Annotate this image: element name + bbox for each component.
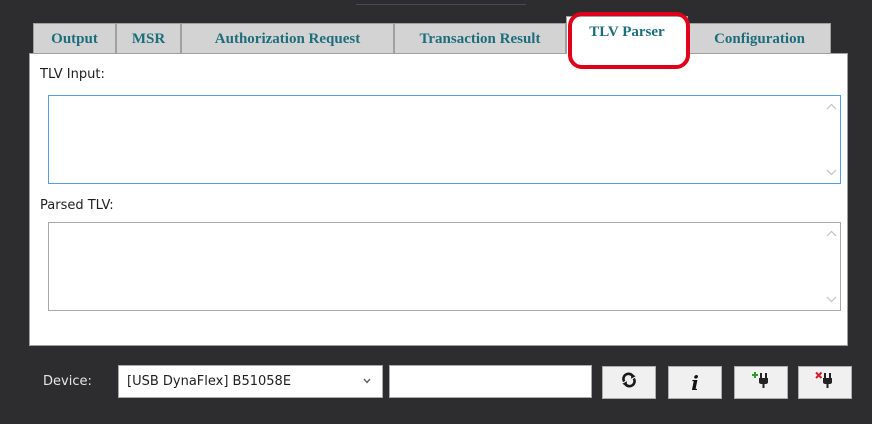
scroll-up-icon[interactable] [823, 225, 840, 242]
device-select-value: [USB DynaFlex] B51058E [127, 374, 292, 389]
tlv-input-label: TLV Input: [40, 67, 105, 82]
app-window: Output MSR Authorization Request Transac… [0, 0, 872, 424]
tab-msr[interactable]: MSR [116, 23, 181, 54]
tab-label: TLV Parser [589, 24, 665, 40]
parsed-tlv-textbox[interactable] [48, 222, 841, 311]
device-label: Device: [43, 374, 92, 389]
parsed-tlv-label: Parsed TLV: [40, 198, 114, 213]
plug-connect-icon [750, 371, 772, 394]
scroll-up-icon[interactable] [823, 98, 840, 115]
tab-label: Configuration [714, 30, 805, 47]
info-button[interactable]: i [668, 366, 722, 399]
parsed-tlv-scrollbar[interactable] [823, 223, 840, 310]
tlv-input-scrollbar[interactable] [823, 96, 840, 183]
tab-configuration[interactable]: Configuration [688, 23, 831, 54]
tab-label: Transaction Result [419, 30, 541, 47]
info-icon: i [691, 370, 699, 395]
scroll-down-icon[interactable] [823, 164, 840, 181]
tab-output[interactable]: Output [33, 23, 116, 54]
tab-label: Authorization Request [214, 30, 361, 47]
tlv-parser-panel: TLV Input: Parsed TLV: [29, 53, 848, 346]
disconnect-button[interactable] [798, 366, 852, 399]
tlv-input-textbox[interactable] [48, 95, 841, 184]
refresh-button[interactable] [602, 366, 656, 399]
scroll-down-icon[interactable] [823, 291, 840, 308]
tab-authorization-request[interactable]: Authorization Request [181, 23, 394, 54]
window-divider [356, 0, 526, 5]
connect-button[interactable] [734, 366, 788, 399]
tab-label: MSR [131, 30, 166, 47]
tab-label: Output [51, 30, 98, 47]
refresh-icon [621, 372, 637, 393]
device-serial-input[interactable] [389, 365, 592, 398]
tab-tlv-parser[interactable]: TLV Parser [566, 16, 688, 54]
chevron-down-icon [362, 375, 372, 391]
tab-transaction-result[interactable]: Transaction Result [394, 23, 566, 54]
plug-disconnect-icon [814, 371, 836, 394]
device-select[interactable]: [USB DynaFlex] B51058E [118, 365, 383, 398]
